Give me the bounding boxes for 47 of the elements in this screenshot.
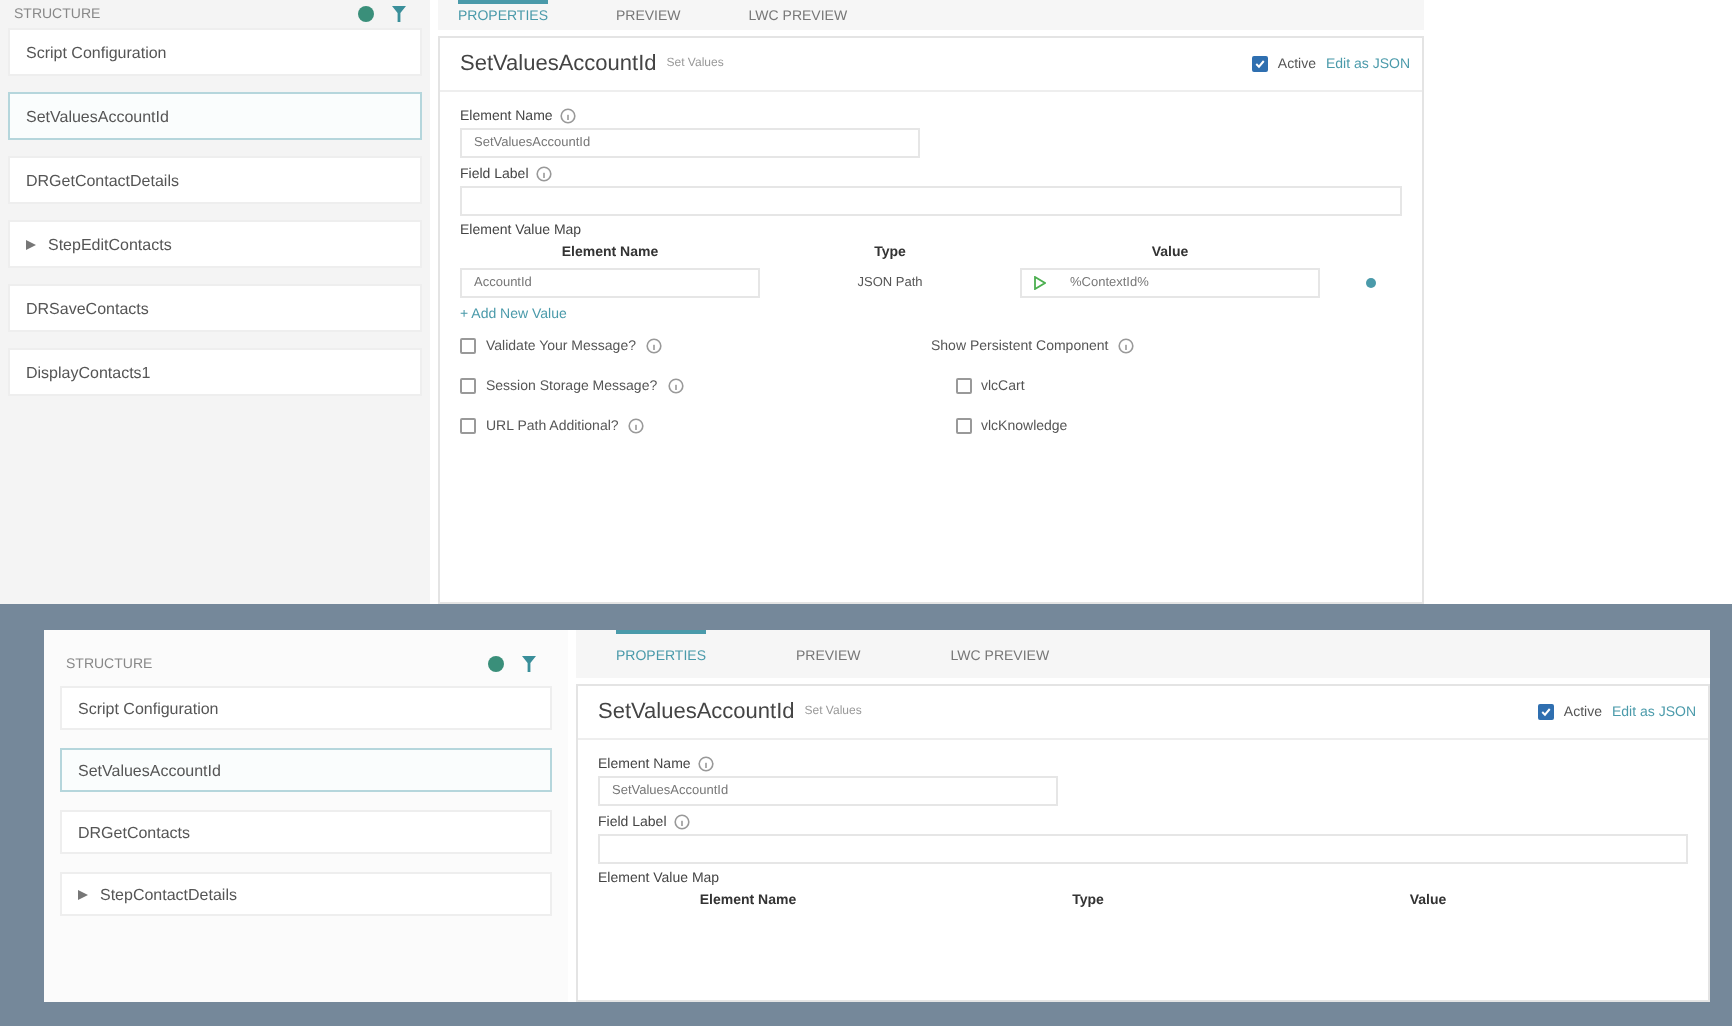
info-icon (645, 338, 662, 354)
structure-item[interactable]: SetValuesAccountId (60, 748, 552, 792)
caret-icon[interactable] (78, 889, 88, 899)
item-label: Script Configuration (26, 43, 167, 61)
field-label-input[interactable] (460, 186, 1402, 216)
info-icon (698, 756, 715, 772)
info-icon (667, 378, 684, 394)
item-label: StepEditContacts (48, 235, 172, 253)
item-label: DRGetContactDetails (26, 171, 179, 189)
checkbox[interactable] (955, 378, 971, 394)
structure-item[interactable]: Script Configuration (8, 28, 422, 76)
checkbox[interactable] (955, 418, 971, 434)
field-label-input[interactable] (598, 834, 1688, 864)
structure-item[interactable]: StepContactDetails (60, 872, 552, 916)
item-label: Script Configuration (78, 699, 219, 717)
structure-item[interactable]: DRGetContactDetails (8, 156, 422, 204)
checkbox[interactable] (460, 338, 476, 354)
element-title: SetValuesAccountId (460, 52, 657, 76)
checkbox[interactable] (460, 378, 476, 394)
structure-item[interactable]: DisplayContacts1 (8, 348, 422, 396)
filter-icon[interactable] (392, 6, 406, 22)
structure-item[interactable]: DRSaveContacts (8, 284, 422, 332)
item-label: DRGetContacts (78, 823, 191, 841)
filter-icon[interactable] (522, 656, 536, 672)
info-icon (628, 418, 645, 434)
checkbox[interactable] (460, 418, 476, 434)
delete-icon[interactable] (1365, 278, 1375, 288)
info-icon (536, 166, 553, 182)
info-icon (560, 108, 577, 124)
circle-icon[interactable] (488, 656, 504, 672)
item-label: StepContactDetails (100, 885, 237, 903)
structure-item[interactable]: Script Configuration (60, 686, 552, 730)
checkbox[interactable] (1251, 56, 1268, 72)
item-label: SetValuesAccountId (78, 761, 221, 779)
structure-item[interactable]: SetValuesAccountId (8, 92, 422, 140)
info-icon (674, 814, 691, 830)
play-icon[interactable] (1034, 276, 1046, 290)
circle-icon[interactable] (358, 6, 374, 22)
info-icon (1118, 338, 1135, 354)
item-label: DisplayContacts1 (26, 363, 151, 381)
element-title: SetValuesAccountId (598, 700, 795, 724)
caret-icon[interactable] (26, 239, 36, 249)
checkbox[interactable] (1537, 704, 1554, 720)
structure-item[interactable]: DRGetContacts (60, 810, 552, 854)
item-label: SetValuesAccountId (26, 107, 169, 125)
item-label: DRSaveContacts (26, 299, 149, 317)
structure-item[interactable]: StepEditContacts (8, 220, 422, 268)
